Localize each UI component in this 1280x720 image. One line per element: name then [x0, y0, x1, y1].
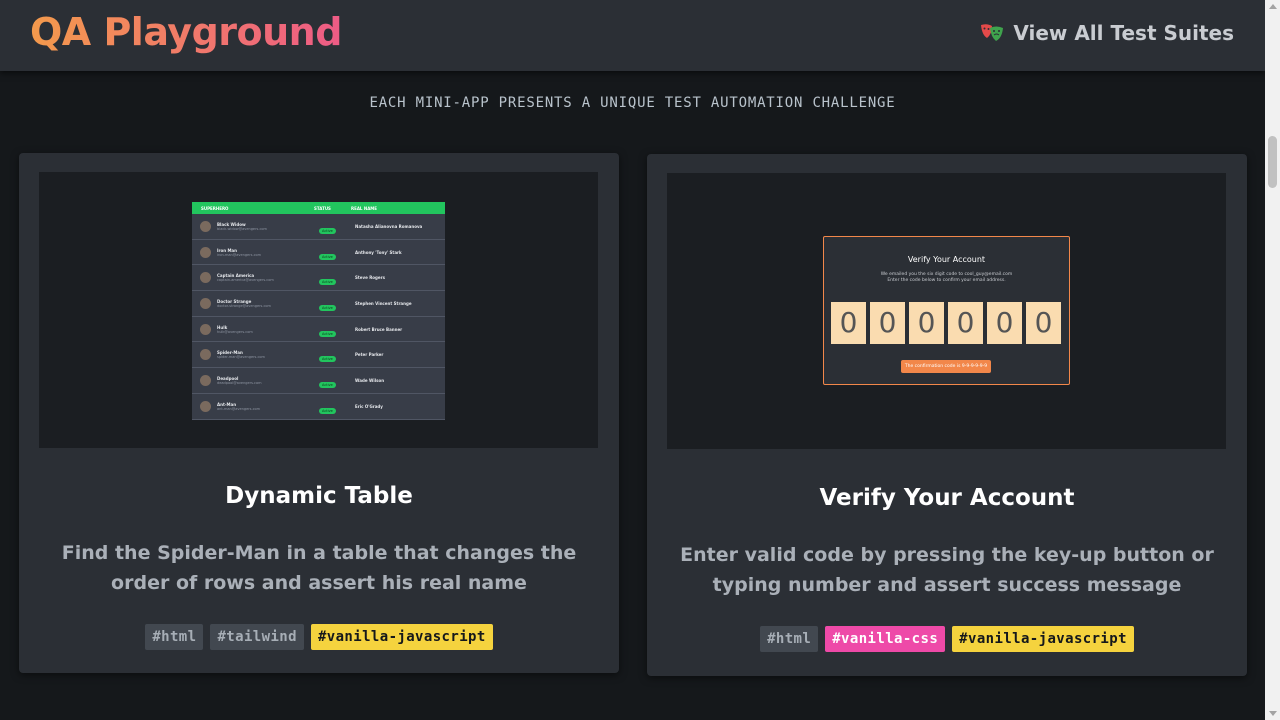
card-title[interactable]: Verify Your Account [647, 485, 1247, 511]
real-name-cell: Wade Wilson [355, 377, 385, 383]
preview-digit-inputs: 0 0 0 0 0 0 [831, 302, 1061, 344]
avatar [200, 272, 211, 284]
avatar [200, 297, 211, 309]
preview-table-row: Doctor Strange doctor-strange@avengers.co… [192, 291, 445, 317]
preview-verify-title: Verify Your Account [907, 255, 986, 264]
real-name-cell: Peter Parker [355, 352, 384, 358]
hero-email: doctor-strange@avengers.com [217, 303, 271, 308]
real-name-cell: Eric O'Grady [355, 403, 383, 409]
hero-email: captain-america@avengers.com [217, 278, 274, 283]
tag-tailwind[interactable]: #tailwind [210, 624, 304, 650]
preview-line-2: Enter the code below to confirm your ema… [887, 278, 1006, 283]
status-cell: Active [319, 320, 355, 339]
real-name-cell: Robert Bruce Banner [355, 326, 403, 332]
card-description: Find the Spider-Man in a table that chan… [61, 542, 577, 594]
preview-table-row: Deadpool deadpool@avengers.com Active Wade … [192, 368, 445, 394]
top-header: QA Playground View All Test Suites [0, 0, 1265, 71]
digit-box: 0 [948, 302, 983, 344]
status-badge: Active [319, 304, 336, 311]
preview-table-row: Iron Man iron-man@avengers.com Active Antho… [192, 240, 445, 266]
hero-cell: Black Widow black-widow@avengers.com [217, 222, 319, 231]
status-cell: Active [319, 217, 355, 236]
status-badge: Active [319, 407, 336, 414]
tag-html[interactable]: #html [145, 624, 204, 650]
status-badge: Active [319, 330, 336, 337]
card-description: Enter valid code by pressing the key-up … [680, 544, 1214, 596]
hero-cell: Iron Man iron-man@avengers.com [217, 248, 319, 257]
preview-table-row: Spider-Man spider-man@avengers.com Active P… [192, 342, 445, 369]
tag-list: #html #tailwind #vanilla-javascript [19, 624, 619, 650]
hero-cell: Captain America captain-america@avengers.… [217, 273, 319, 282]
status-cell: Active [319, 371, 355, 390]
hero-cell: Ant-Man ant-man@avengers.com [217, 402, 319, 411]
avatar [200, 349, 211, 361]
header-superhero: SUPERHERO [201, 205, 229, 211]
status-cell: Active [319, 345, 355, 364]
preview-confirmation-badge: The confirmation code is 9-9-9-9-9-9 [901, 360, 991, 373]
status-badge: Active [319, 279, 336, 286]
scroll-down-icon[interactable] [1269, 711, 1277, 716]
avatar [200, 246, 211, 258]
real-name-cell: Natasha Alianovna Romanova [355, 223, 423, 229]
avatar [200, 400, 211, 412]
preview-verify-box: Verify Your Account We emailed you the s… [823, 236, 1070, 385]
status-badge: Active [319, 381, 336, 388]
status-badge: Active [319, 253, 336, 260]
hero-email: spider-man@avengers.com [217, 355, 265, 360]
hero-cell: Hulk hulk@avengers.com [217, 325, 319, 334]
digit-box: 0 [870, 302, 905, 344]
digit-box: 0 [1026, 302, 1061, 344]
preview-verify-subtitle: We emailed you the six digit code to coo… [824, 272, 1069, 284]
theater-masks-icon [981, 24, 1004, 41]
card-dynamic-table[interactable]: SUPERHERO STATUS REAL NAME Black Widow bl… [19, 153, 619, 673]
card-verify-account[interactable]: Verify Your Account We emailed you the s… [647, 154, 1247, 676]
avatar [200, 323, 211, 335]
hero-email: black-widow@avengers.com [217, 226, 267, 231]
page-scrollbar[interactable] [1265, 0, 1280, 720]
tag-list: #html #vanilla-css #vanilla-javascript [647, 626, 1247, 652]
tag-html[interactable]: #html [760, 626, 819, 652]
preview-table-row: Captain America captain-america@avengers.… [192, 265, 445, 292]
status-badge: Active [319, 356, 336, 363]
digit-box: 0 [987, 302, 1022, 344]
scrollbar-thumb[interactable] [1268, 136, 1277, 188]
digit-box: 0 [909, 302, 944, 344]
hero-email: deadpool@avengers.com [217, 380, 262, 385]
tagline: EACH MINI-APP PRESENTS A UNIQUE TEST AUT… [369, 95, 896, 111]
status-badge: Active [319, 227, 336, 234]
site-logo[interactable]: QA Playground [30, 10, 342, 54]
real-name-cell: Steve Rogers [355, 275, 385, 281]
card-title[interactable]: Dynamic Table [19, 483, 619, 509]
nav-link-label: View All Test Suites [1013, 21, 1234, 45]
tag-vanilla-css[interactable]: #vanilla-css [825, 626, 946, 652]
status-cell: Active [319, 243, 355, 262]
tag-vanilla-javascript[interactable]: #vanilla-javascript [952, 626, 1134, 652]
scroll-up-icon[interactable] [1269, 4, 1277, 9]
hero-cell: Spider-Man spider-man@avengers.com [217, 350, 319, 359]
status-cell: Active [319, 268, 355, 287]
status-cell: Active [319, 397, 355, 416]
digit-box: 0 [831, 302, 866, 344]
real-name-cell: Anthony 'Tony' Stark [355, 249, 402, 255]
view-all-test-suites-link[interactable]: View All Test Suites [979, 21, 1234, 45]
header-status: STATUS [314, 205, 331, 211]
preview-table-row: Black Widow black-widow@avengers.com Activ… [192, 214, 445, 240]
avatar [200, 220, 211, 232]
real-name-cell: Stephen Vincent Strange [355, 300, 412, 306]
hero-cell: Deadpool deadpool@avengers.com [217, 376, 319, 385]
avatar [200, 374, 211, 386]
hero-email: hulk@avengers.com [217, 329, 253, 334]
card-preview-image[interactable]: Verify Your Account We emailed you the s… [667, 173, 1226, 449]
hero-cell: Doctor Strange doctor-strange@avengers.co… [217, 299, 319, 308]
preview-table-row: Hulk hulk@avengers.com Active Robert Bruce … [192, 317, 445, 343]
preview-table-row: Ant-Man ant-man@avengers.com Active Eric O'… [192, 394, 445, 420]
header-real-name: REAL NAME [351, 205, 378, 211]
hero-email: ant-man@avengers.com [217, 406, 261, 411]
card-preview-image[interactable]: SUPERHERO STATUS REAL NAME Black Widow bl… [39, 172, 598, 448]
preview-table: SUPERHERO STATUS REAL NAME Black Widow bl… [192, 202, 445, 420]
preview-table-header: SUPERHERO STATUS REAL NAME [192, 202, 445, 214]
hero-email: iron-man@avengers.com [217, 252, 262, 257]
status-cell: Active [319, 294, 355, 313]
tag-vanilla-javascript[interactable]: #vanilla-javascript [310, 624, 493, 650]
